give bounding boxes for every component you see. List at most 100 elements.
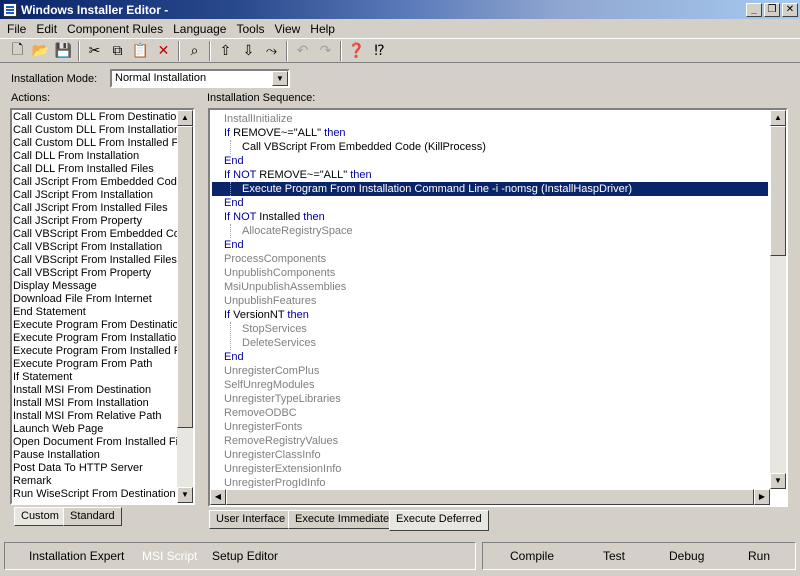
menu-help[interactable]: Help: [305, 22, 340, 36]
menu-language[interactable]: Language: [168, 22, 231, 36]
list-item[interactable]: Call VBScript From Embedded Code: [13, 228, 177, 241]
save-icon[interactable]: 💾: [52, 40, 75, 62]
list-item[interactable]: Execute Program From Destination: [13, 319, 177, 332]
undo-icon[interactable]: ↶: [291, 40, 314, 62]
scroll-up-icon[interactable]: ▲: [770, 110, 786, 126]
chevron-down-icon[interactable]: ▼: [272, 71, 288, 86]
list-item[interactable]: Call Custom DLL From Destination: [13, 111, 177, 124]
help-icon[interactable]: ❓: [345, 40, 368, 62]
setup-editor-button[interactable]: Setup Editor: [212, 549, 278, 563]
list-item[interactable]: Display Message: [13, 280, 177, 293]
list-item[interactable]: If Statement: [13, 371, 177, 384]
find-binoculars-icon[interactable]: ⌕: [183, 40, 206, 62]
list-item[interactable]: Call DLL From Installed Files: [13, 163, 177, 176]
scroll-thumb[interactable]: [226, 489, 754, 505]
debug-button[interactable]: Debug: [669, 549, 704, 563]
compile-button[interactable]: Compile: [510, 549, 554, 563]
toggle-comment-icon[interactable]: ⤳: [260, 40, 283, 62]
paste-icon[interactable]: 📋: [129, 40, 152, 62]
sequence-line[interactable]: If NOT REMOVE~="ALL" then: [224, 168, 372, 182]
menu-edit[interactable]: Edit: [31, 22, 62, 36]
menu-view[interactable]: View: [270, 22, 306, 36]
sequence-line[interactable]: InstallInitialize: [224, 112, 292, 126]
list-item[interactable]: Remark: [13, 475, 177, 488]
open-folder-icon[interactable]: 📂: [29, 40, 52, 62]
scroll-thumb[interactable]: [770, 126, 786, 256]
cut-icon[interactable]: ✂: [83, 40, 106, 62]
list-item[interactable]: Call Custom DLL From Installation: [13, 124, 177, 137]
menu-tools[interactable]: Tools: [231, 22, 269, 36]
tab-standard[interactable]: Standard: [63, 507, 122, 526]
sequence-line[interactable]: UnregisterComPlus: [224, 364, 319, 378]
sequence-line[interactable]: UnpublishComponents: [224, 266, 335, 280]
list-item[interactable]: Call DLL From Installation: [13, 150, 177, 163]
sequence-line[interactable]: Execute Program From Installation Comman…: [212, 182, 768, 196]
copy-icon[interactable]: ⧉: [106, 40, 129, 62]
list-item[interactable]: Call JScript From Property: [13, 215, 177, 228]
scroll-right-icon[interactable]: ▶: [754, 489, 770, 505]
list-item[interactable]: Call Custom DLL From Installed File: [13, 137, 177, 150]
sequence-vscrollbar[interactable]: ▲ ▼: [770, 110, 786, 489]
list-item[interactable]: Execute Program From Installation: [13, 332, 177, 345]
sequence-line[interactable]: DeleteServices: [242, 336, 316, 350]
sequence-line[interactable]: SelfUnregModules: [224, 378, 315, 392]
redo-icon[interactable]: ↷: [314, 40, 337, 62]
new-file-icon[interactable]: 🗋: [6, 40, 29, 62]
sequence-line[interactable]: End: [224, 238, 244, 252]
list-item[interactable]: Execute Program From Installed File: [13, 345, 177, 358]
sequence-line[interactable]: StopServices: [242, 322, 307, 336]
list-item[interactable]: Call JScript From Installation: [13, 189, 177, 202]
run-button[interactable]: Run: [748, 549, 770, 563]
list-item[interactable]: Launch Web Page: [13, 423, 177, 436]
list-item[interactable]: Run WiseScript From Destination: [13, 488, 177, 501]
list-item[interactable]: Call VBScript From Installed Files: [13, 254, 177, 267]
sequence-line[interactable]: RemoveRegistryValues: [224, 434, 338, 448]
scroll-thumb[interactable]: [177, 126, 193, 428]
minimize-button[interactable]: _: [746, 2, 762, 17]
sequence-line[interactable]: UnregisterExtensionInfo: [224, 462, 341, 476]
sequence-line[interactable]: RemoveODBC: [224, 406, 297, 420]
list-item[interactable]: Call JScript From Embedded Code: [13, 176, 177, 189]
test-button[interactable]: Test: [603, 549, 625, 563]
sequence-line[interactable]: If NOT Installed then: [224, 210, 325, 224]
list-item[interactable]: Install MSI From Destination: [13, 384, 177, 397]
msi-script-button[interactable]: MSI Script: [142, 549, 197, 563]
tab-execute-immediate[interactable]: Execute Immediate: [288, 510, 397, 529]
sequence-line[interactable]: UnregisterClassInfo: [224, 448, 321, 462]
installation-sequence-editor[interactable]: InstallInitialize If REMOVE~="ALL" then Ca…: [208, 108, 788, 507]
menu-component-rules[interactable]: Component Rules: [62, 22, 168, 36]
sequence-line[interactable]: If REMOVE~="ALL" then: [224, 126, 346, 140]
list-item[interactable]: Call VBScript From Property: [13, 267, 177, 280]
sequence-line[interactable]: UnregisterFonts: [224, 420, 302, 434]
sequence-line[interactable]: ProcessComponents: [224, 252, 326, 266]
tab-execute-deferred[interactable]: Execute Deferred: [389, 510, 489, 531]
list-item[interactable]: Download File From Internet: [13, 293, 177, 306]
list-item[interactable]: Install MSI From Relative Path: [13, 410, 177, 423]
sequence-line[interactable]: End: [224, 196, 244, 210]
list-item[interactable]: End Statement: [13, 306, 177, 319]
actions-scrollbar[interactable]: ▲ ▼: [177, 110, 193, 503]
tab-custom[interactable]: Custom: [14, 507, 66, 526]
sequence-line[interactable]: AllocateRegistrySpace: [242, 224, 353, 238]
list-item[interactable]: Call JScript From Installed Files: [13, 202, 177, 215]
list-item[interactable]: Open Document From Installed File: [13, 436, 177, 449]
close-button[interactable]: ✕: [782, 2, 798, 17]
sequence-line[interactable]: Call VBScript From Embedded Code (KillPr…: [242, 140, 486, 154]
sequence-line[interactable]: If VersionNT then: [224, 308, 309, 322]
installation-expert-button[interactable]: Installation Expert: [29, 549, 124, 563]
installation-mode-select[interactable]: Normal Installation ▼: [110, 69, 290, 88]
scroll-down-icon[interactable]: ▼: [177, 487, 193, 503]
delete-icon[interactable]: ✕: [152, 40, 175, 62]
list-item[interactable]: Post Data To HTTP Server: [13, 462, 177, 475]
list-item[interactable]: Execute Program From Path: [13, 358, 177, 371]
sequence-line[interactable]: MsiUnpublishAssemblies: [224, 280, 346, 294]
tab-user-interface[interactable]: User Interface: [209, 510, 293, 529]
menu-file[interactable]: File: [2, 22, 31, 36]
list-item[interactable]: Pause Installation: [13, 449, 177, 462]
sequence-line[interactable]: UnregisterTypeLibraries: [224, 392, 341, 406]
sequence-line[interactable]: UnpublishFeatures: [224, 294, 316, 308]
sequence-hscrollbar[interactable]: ◀ ▶: [210, 489, 770, 505]
sequence-line[interactable]: End: [224, 350, 244, 364]
list-item[interactable]: Call VBScript From Installation: [13, 241, 177, 254]
scroll-left-icon[interactable]: ◀: [210, 489, 226, 505]
